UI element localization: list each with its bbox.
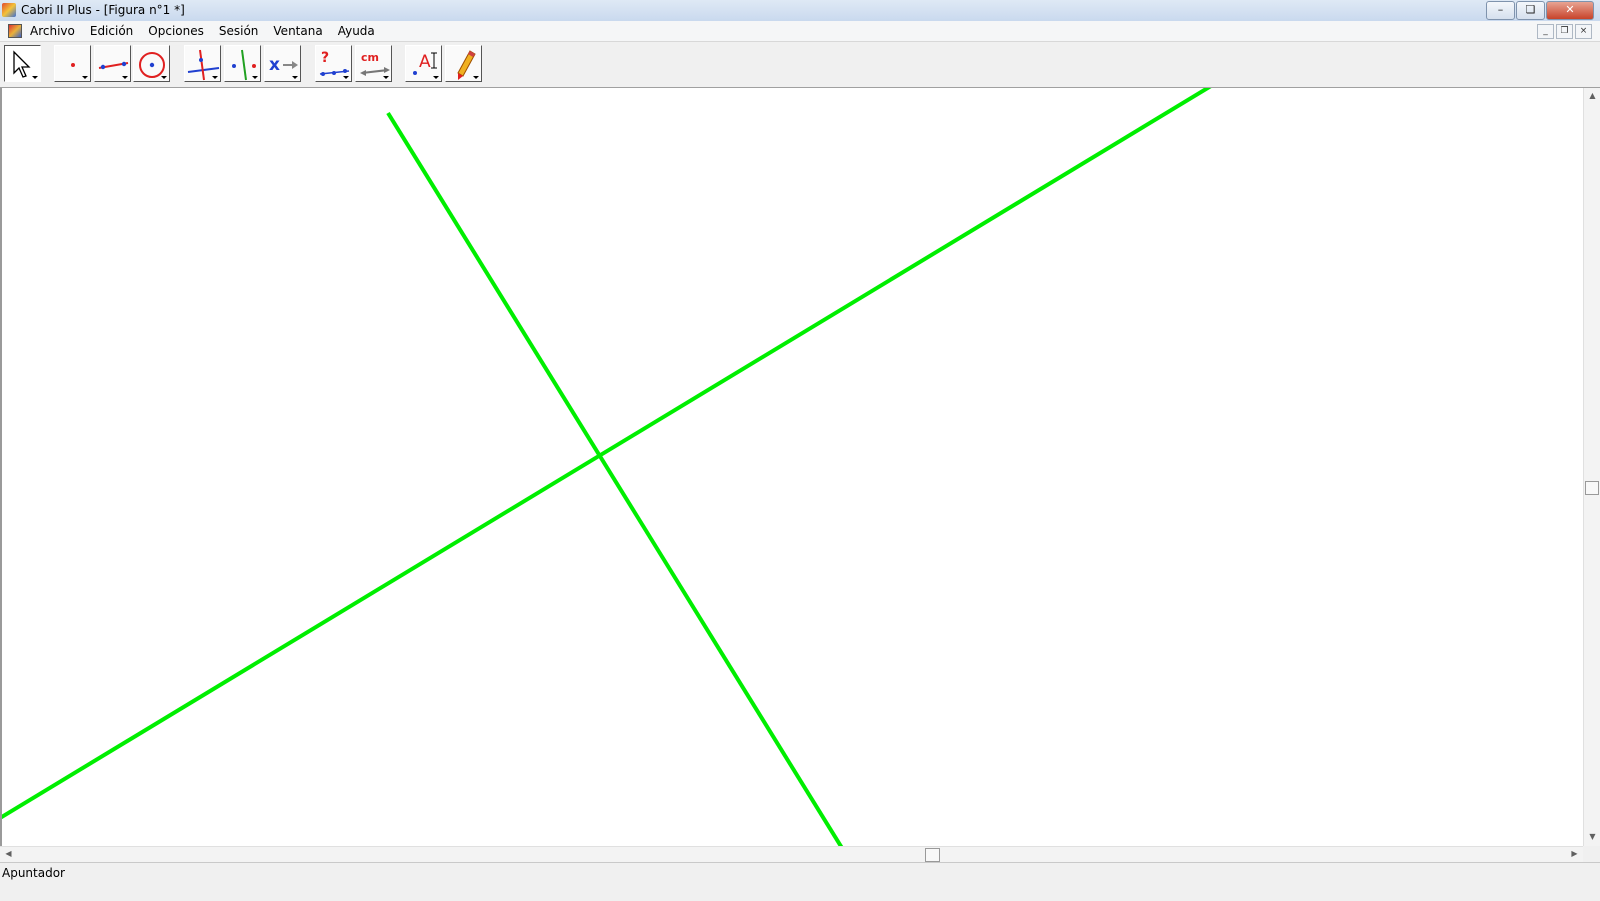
chevron-down-icon bbox=[122, 76, 128, 79]
chevron-down-icon bbox=[161, 76, 167, 79]
scroll-right-button[interactable]: ▶ bbox=[1566, 849, 1583, 858]
close-button[interactable]: ✕ bbox=[1546, 1, 1594, 20]
point-tool[interactable] bbox=[54, 45, 91, 82]
toolbar: x ? cm A bbox=[0, 42, 1600, 88]
cabri-app-icon[interactable] bbox=[2, 3, 16, 17]
chevron-down-icon bbox=[292, 76, 298, 79]
scroll-up-button[interactable]: ▲ bbox=[1584, 91, 1600, 100]
chevron-down-icon bbox=[82, 76, 88, 79]
pointer-tool[interactable] bbox=[4, 45, 41, 82]
vertical-scrollbar[interactable]: ▲ ▼ bbox=[1583, 88, 1600, 846]
chevron-down-icon bbox=[212, 76, 218, 79]
menu-archivo[interactable]: Archivo bbox=[30, 24, 75, 38]
status-text: Apuntador bbox=[2, 866, 65, 880]
check-property-tool[interactable]: ? bbox=[315, 45, 352, 82]
macro-tool[interactable]: x bbox=[264, 45, 301, 82]
symmetry-tool[interactable] bbox=[224, 45, 261, 82]
vertical-scroll-thumb[interactable] bbox=[1585, 481, 1599, 495]
chevron-down-icon bbox=[343, 76, 349, 79]
status-bar: Apuntador bbox=[0, 862, 1600, 901]
document-restore-button[interactable]: ❐ bbox=[1556, 24, 1573, 39]
document-window-controls: _ ❐ × bbox=[1535, 24, 1592, 39]
title-bar: Cabri II Plus - [Figura n°1 *] – ❏ ✕ bbox=[0, 0, 1600, 22]
drawing-canvas[interactable] bbox=[0, 88, 1583, 846]
measure-tool[interactable]: cm bbox=[355, 45, 392, 82]
svg-text:cm: cm bbox=[361, 51, 379, 64]
green-line-ascending[interactable] bbox=[2, 88, 1212, 820]
menu-ventana[interactable]: Ventana bbox=[273, 24, 322, 38]
chevron-down-icon bbox=[252, 76, 258, 79]
menu-ayuda[interactable]: Ayuda bbox=[338, 24, 375, 38]
geometry-figure bbox=[2, 88, 1212, 846]
window-title: Cabri II Plus - [Figura n°1 *] bbox=[21, 3, 185, 17]
scrollbar-corner bbox=[1583, 846, 1600, 862]
restore-button[interactable]: ❏ bbox=[1516, 1, 1545, 20]
chevron-down-icon bbox=[433, 76, 439, 79]
window-controls: – ❏ ✕ bbox=[1485, 1, 1594, 20]
document-menu-icon[interactable] bbox=[8, 24, 22, 38]
menu-sesion[interactable]: Sesión bbox=[219, 24, 259, 38]
horizontal-scrollbar[interactable]: ◀ ▶ bbox=[0, 846, 1583, 862]
scroll-left-button[interactable]: ◀ bbox=[0, 849, 17, 858]
chevron-down-icon bbox=[473, 76, 479, 79]
drawing-tool[interactable] bbox=[445, 45, 482, 82]
line-tool[interactable] bbox=[94, 45, 131, 82]
horizontal-scroll-thumb[interactable] bbox=[925, 848, 940, 862]
chevron-down-icon bbox=[32, 76, 38, 79]
circle-tool[interactable] bbox=[133, 45, 170, 82]
document-minimize-button[interactable]: _ bbox=[1537, 24, 1554, 39]
scroll-down-button[interactable]: ▼ bbox=[1584, 832, 1600, 841]
minimize-button[interactable]: – bbox=[1486, 1, 1515, 20]
svg-text:x: x bbox=[269, 55, 280, 75]
display-tool[interactable]: A bbox=[405, 45, 442, 82]
green-line-descending[interactable] bbox=[386, 111, 844, 846]
menu-opciones[interactable]: Opciones bbox=[148, 24, 204, 38]
svg-text:?: ? bbox=[321, 50, 329, 66]
menu-bar: Archivo Edición Opciones Sesión Ventana … bbox=[0, 21, 1600, 42]
menu-items: Archivo Edición Opciones Sesión Ventana … bbox=[30, 24, 390, 38]
chevron-down-icon bbox=[383, 76, 389, 79]
document-close-button[interactable]: × bbox=[1575, 24, 1592, 39]
svg-text:A: A bbox=[419, 52, 431, 72]
perpendicular-tool[interactable] bbox=[184, 45, 221, 82]
menu-edicion[interactable]: Edición bbox=[90, 24, 133, 38]
